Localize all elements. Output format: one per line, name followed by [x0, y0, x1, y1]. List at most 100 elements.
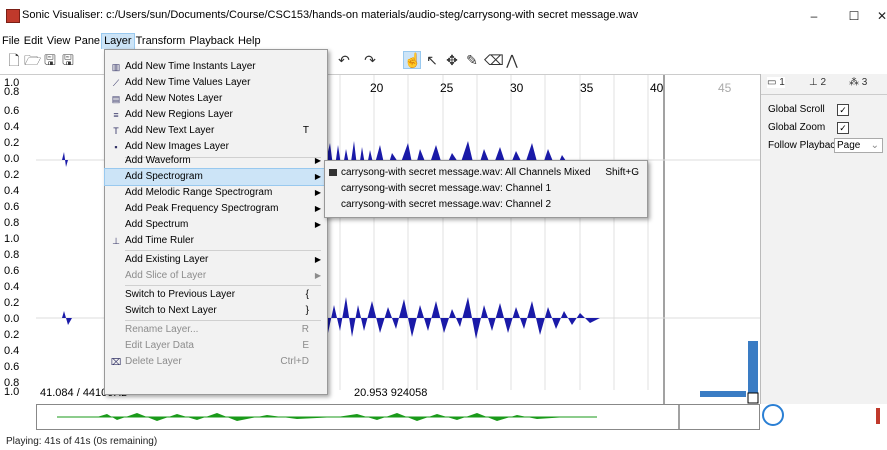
spectrogram-all-channels-item[interactable]: carrysong-with secret message.wav: All C…: [325, 165, 647, 181]
chevron-down-icon: ⌄: [870, 140, 879, 151]
switch-next-item[interactable]: Switch to Next Layer}: [105, 303, 327, 319]
spectrogram-submenu: carrysong-with secret message.wav: All C…: [324, 160, 648, 218]
overview-panel[interactable]: [36, 404, 760, 430]
menu-separator: [125, 320, 321, 321]
time-instants-icon: ▥: [111, 62, 121, 72]
rename-layer-item: Rename Layer... R: [125, 324, 309, 335]
status-bar: Playing: 41s of 41s (0s remaining): [6, 436, 158, 447]
time-tick-35: 35: [580, 81, 594, 95]
regions-icon: ≡: [113, 110, 119, 120]
add-peak-frequency-item[interactable]: Add Peak Frequency Spectrogram ▶: [105, 201, 327, 217]
menu-transform[interactable]: Transform: [134, 34, 188, 49]
text-icon: T: [113, 126, 119, 136]
follow-playback-label: Follow Playback: [768, 140, 841, 151]
submenu-arrow-icon: ▶: [314, 271, 321, 280]
spectrogram-channel-1-item[interactable]: carrysong-with secret message.wav: Chann…: [325, 181, 647, 197]
add-melodic-range-item[interactable]: Add Melodic Range Spectrogram ▶: [105, 185, 327, 201]
measure-tool-icon[interactable]: ⋀: [504, 52, 520, 68]
save-session-icon[interactable]: 🖫: [60, 52, 76, 68]
playhead-time-readout: 20.953 924058: [354, 387, 428, 399]
y-label: 0.2: [4, 169, 20, 181]
layer-menu: ▥ Add New Time Instants Layer ⟋ Add New Ti…: [104, 49, 328, 395]
property-panel: ▭ 1 ⊥ 2 ⁂ 3 Global Scroll ✓ Global Zoom …: [760, 74, 887, 404]
navigate-tool-icon[interactable]: ☝: [403, 51, 421, 69]
y-label: 0.8: [4, 217, 20, 229]
redo-icon[interactable]: ↷: [362, 52, 378, 68]
add-notes-item[interactable]: ▤ Add New Notes Layer: [105, 91, 327, 107]
menu-file[interactable]: File: [0, 34, 22, 49]
add-time-values-item[interactable]: ⟋ Add New Time Values Layer: [105, 75, 327, 91]
y-label: 0.0: [4, 153, 20, 165]
new-file-icon[interactable]: 🗋: [6, 52, 22, 68]
menu-layer[interactable]: Layer: [101, 33, 135, 50]
add-existing-item[interactable]: Add Existing Layer ▶: [105, 252, 327, 268]
tab-1[interactable]: ▭ 1: [767, 77, 785, 88]
app-icon: [6, 9, 20, 23]
save-icon[interactable]: 🖫: [42, 52, 58, 68]
add-time-ruler-item[interactable]: ⊥ Add Time Ruler: [105, 233, 327, 249]
spectrogram-icon: [329, 169, 337, 176]
tab-2[interactable]: ⊥ 2: [809, 77, 826, 88]
y-label: 0.2: [4, 297, 20, 309]
y-label: 1.0: [4, 386, 20, 398]
property-tabs: ▭ 1 ⊥ 2 ⁂ 3: [761, 74, 887, 95]
global-zoom-label: Global Zoom: [768, 122, 826, 133]
level-meter-left: [700, 391, 746, 397]
menu-playback[interactable]: Playback: [187, 34, 236, 49]
menu-help[interactable]: Help: [236, 34, 263, 49]
playback-speed-dial[interactable]: [762, 404, 784, 426]
add-slice-item: Add Slice of Layer ▶: [105, 268, 327, 284]
global-scroll-checkbox[interactable]: ✓: [837, 104, 849, 116]
add-spectrum-item[interactable]: Add Spectrum ▶: [105, 217, 327, 233]
menu-separator: [125, 285, 321, 286]
window-title: Sonic Visualiser: c:/Users/sun/Documents…: [22, 9, 639, 21]
y-label: 0.8: [4, 249, 20, 261]
time-tick-25: 25: [440, 81, 454, 95]
menu-edit[interactable]: Edit: [22, 34, 45, 49]
open-folder-icon[interactable]: 🗁: [24, 52, 41, 68]
undo-icon[interactable]: ↶: [336, 52, 352, 68]
add-time-instants-item[interactable]: ▥ Add New Time Instants Layer: [105, 59, 327, 75]
move-tool-icon[interactable]: ✥: [444, 52, 460, 68]
time-tick-40: 40: [650, 81, 664, 95]
tab-3[interactable]: ⁂ 3: [849, 77, 867, 88]
y-label: 0.6: [4, 361, 20, 373]
delete-layer-item: ⌧ Delete Layer Ctrl+D: [105, 354, 327, 370]
submenu-arrow-icon: ▶: [314, 188, 321, 197]
submenu-arrow-icon: ▶: [314, 255, 321, 264]
submenu-arrow-icon: ▶: [314, 204, 321, 213]
select-tool-icon[interactable]: ↖: [424, 52, 440, 68]
time-tick-30: 30: [510, 81, 524, 95]
close-button[interactable]: ✕: [860, 6, 887, 26]
menu-view[interactable]: View: [45, 34, 73, 49]
minimize-button[interactable]: –: [792, 6, 836, 26]
switch-previous-item[interactable]: Switch to Previous Layer{: [105, 287, 327, 303]
menu-separator: [125, 250, 321, 251]
draw-tool-icon[interactable]: ✎: [464, 52, 480, 68]
add-waveform-item[interactable]: Add Waveform ▶: [105, 153, 327, 169]
add-text-item[interactable]: T Add New Text Layer T: [105, 123, 327, 139]
y-label: 0.4: [4, 345, 20, 357]
y-label: 0.4: [4, 185, 20, 197]
menu-pane[interactable]: Pane: [72, 34, 102, 49]
menu-bar: File Edit View Pane Layer Transform Playback He…: [0, 33, 887, 50]
submenu-arrow-icon: ▶: [314, 156, 321, 165]
submenu-arrow-icon: ▶: [314, 220, 321, 229]
y-label: 0.6: [4, 105, 20, 117]
add-regions-item[interactable]: ≡ Add New Regions Layer: [105, 107, 327, 123]
y-label: 0.0: [4, 313, 20, 325]
global-zoom-checkbox[interactable]: ✓: [837, 122, 849, 134]
spectrogram-channel-2-item[interactable]: carrysong-with secret message.wav: Chann…: [325, 197, 647, 213]
edit-layer-data-item: Edit Layer Data E: [125, 340, 309, 351]
record-indicator-icon: [876, 408, 880, 424]
delete-icon: ⌧: [110, 357, 122, 367]
level-meter-peak: [747, 392, 759, 404]
erase-tool-icon[interactable]: ⌫: [484, 52, 504, 68]
overview-waveform: [57, 405, 680, 429]
y-label: 0.4: [4, 281, 20, 293]
notes-icon: ▤: [111, 94, 121, 104]
time-values-icon: ⟋: [112, 78, 120, 88]
follow-playback-select[interactable]: Page ⌄: [834, 138, 883, 153]
add-spectrogram-item[interactable]: Add Spectrogram ▶: [104, 168, 328, 186]
y-label: 0.2: [4, 137, 20, 149]
